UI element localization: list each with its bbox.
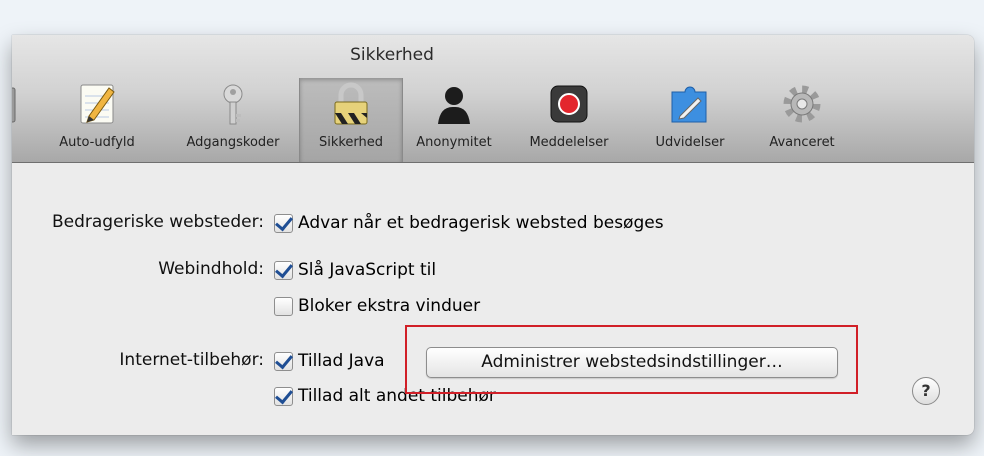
pencil-notepad-icon: [75, 82, 119, 126]
javascript-checkbox[interactable]: Slå JavaScript til: [274, 260, 436, 280]
toolbar-item-security[interactable]: Sikkerhed: [299, 78, 403, 162]
checkbox-checked[interactable]: [274, 260, 293, 280]
toolbar-item-autofill-partial[interactable]: r: [12, 78, 24, 162]
window-title: Sikkerhed: [350, 45, 434, 65]
checkbox-checked[interactable]: [274, 386, 293, 406]
toolbar-item-extensions[interactable]: Udvidelser: [639, 78, 741, 162]
other-plugins-checkbox[interactable]: Tillad alt andet tilbehør: [274, 386, 496, 406]
web-row: Webindhold:: [0, 259, 264, 281]
autofill-form-icon: [12, 82, 29, 126]
toolbar-item-advanced[interactable]: Avanceret: [752, 78, 852, 162]
toolbar-item-autofill[interactable]: Auto-udfyld: [42, 78, 152, 162]
record-dot-icon: [547, 82, 591, 126]
padlock-icon: [329, 82, 373, 126]
toolbar-item-label: Meddelelser: [529, 135, 609, 150]
plugins-row: Internet-tilbehør:: [0, 350, 264, 372]
person-silhouette-icon: [432, 82, 476, 126]
toolbar-item-label: Avanceret: [769, 135, 835, 150]
toolbar-item-label: Sikkerhed: [318, 135, 384, 150]
block-popups-checkbox[interactable]: Bloker ekstra vinduer: [274, 296, 480, 316]
key-icon: [211, 82, 255, 126]
manage-website-settings-button[interactable]: Administrer webstedsindstillinger…: [426, 347, 838, 378]
toolbar-item-label: Anonymitet: [416, 135, 492, 150]
toolbar-item-notifications[interactable]: Meddelelser: [517, 78, 621, 162]
java-checkbox[interactable]: Tillad Java: [274, 351, 385, 371]
fraud-option-label: Advar når et bedragerisk websted besøges: [298, 213, 664, 233]
javascript-label: Slå JavaScript til: [298, 260, 437, 280]
gear-icon: [780, 82, 824, 126]
toolbar-item-passwords[interactable]: Adgangskoder: [170, 78, 296, 162]
toolbar-item-label: Auto-udfyld: [59, 135, 135, 150]
java-label: Tillad Java: [298, 351, 385, 371]
toolbar-item-label: Udvidelser: [655, 135, 725, 150]
toolbar-item-label: Adgangskoder: [186, 135, 280, 150]
help-button[interactable]: ?: [912, 377, 940, 405]
web-label: Webindhold:: [158, 259, 264, 279]
toolbar-item-privacy[interactable]: Anonymitet: [404, 78, 504, 162]
toolbar: Sikkerhed r Auto-udfyld: [12, 35, 974, 163]
puzzle-piece-icon: [668, 82, 712, 126]
checkbox-unchecked[interactable]: [274, 296, 293, 316]
checkbox-checked[interactable]: [274, 213, 293, 233]
checkbox-checked[interactable]: [274, 351, 293, 371]
plugins-label: Internet-tilbehør:: [119, 350, 264, 370]
other-plugins-label: Tillad alt andet tilbehør: [298, 386, 496, 406]
fraud-label: Bedrageriske websteder:: [51, 212, 264, 232]
fraud-warning-checkbox[interactable]: Advar når et bedragerisk websted besøges: [274, 213, 664, 233]
popups-label: Bloker ekstra vinduer: [298, 296, 481, 316]
fraud-row: Bedrageriske websteder:: [0, 212, 264, 234]
